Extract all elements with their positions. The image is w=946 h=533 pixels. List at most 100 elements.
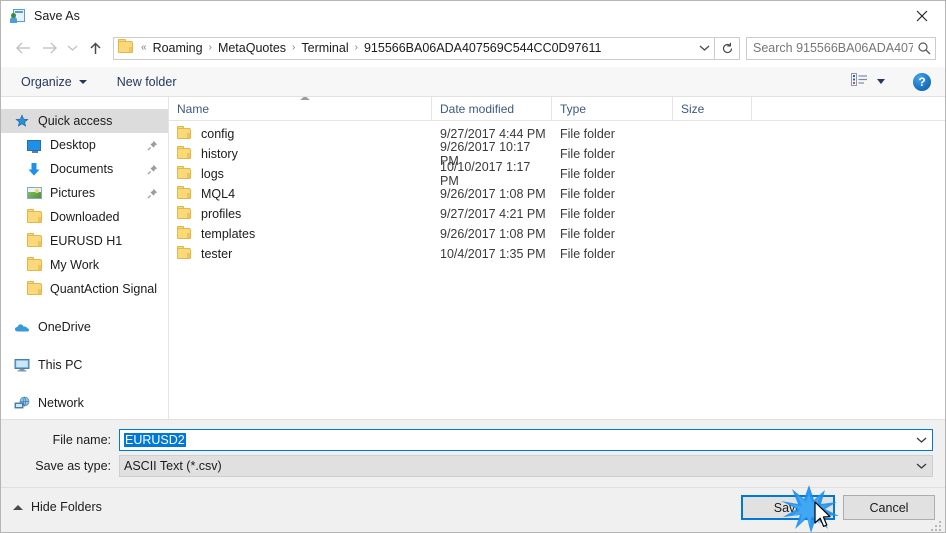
sidebar-item-documents[interactable]: Documents xyxy=(1,157,168,181)
pin-icon[interactable] xyxy=(147,188,162,199)
sidebar-label: This PC xyxy=(38,358,83,372)
save-as-type-label: Save as type: xyxy=(35,459,111,473)
address-bar-row: « Roaming › MetaQuotes › Terminal › 9155… xyxy=(1,31,945,65)
recent-locations-icon[interactable] xyxy=(62,35,82,61)
help-icon[interactable]: ? xyxy=(913,72,931,91)
breadcrumb-overflow[interactable]: « xyxy=(137,43,151,53)
sidebar-item-onedrive[interactable]: OneDrive xyxy=(1,315,168,339)
sidebar-label: Desktop xyxy=(50,138,96,152)
column-header-type[interactable]: Type xyxy=(552,97,673,120)
table-row[interactable]: tester 10/4/2017 1:35 PM File folder xyxy=(169,244,945,264)
sidebar-item-quick-access[interactable]: Quick access xyxy=(1,109,168,133)
sidebar-item-my-work[interactable]: My Work xyxy=(1,253,168,277)
sidebar-label: QuantAction Signal xyxy=(50,282,158,296)
cancel-label: Cancel xyxy=(869,500,909,515)
save-button[interactable]: Save xyxy=(741,495,835,520)
change-view-button[interactable] xyxy=(847,69,889,95)
chevron-down-icon[interactable] xyxy=(910,436,932,444)
search-input[interactable]: Search 915566BA06ADA40756... xyxy=(746,36,936,60)
save-label: Save xyxy=(773,500,803,515)
file-date: 9/26/2017 1:08 PM xyxy=(440,227,546,241)
pin-icon[interactable] xyxy=(147,140,162,151)
file-date: 10/4/2017 1:35 PM xyxy=(440,247,546,261)
column-header-name[interactable]: Name xyxy=(169,97,432,120)
save-as-icon xyxy=(10,8,26,24)
sidebar-item-this-pc[interactable]: This PC xyxy=(1,353,168,377)
file-date: 10/10/2017 1:17 PM xyxy=(440,160,531,188)
column-header-date-modified[interactable]: Date modified xyxy=(432,97,552,120)
file-name-cell: config xyxy=(169,125,432,141)
save-as-type-select[interactable]: ASCII Text (*.csv) xyxy=(119,455,933,477)
folder-icon xyxy=(177,145,193,161)
file-type: File folder xyxy=(560,247,615,261)
arrow-left-icon[interactable] xyxy=(10,35,36,61)
column-header-size[interactable]: Size xyxy=(673,97,752,120)
arrow-right-icon[interactable] xyxy=(36,35,62,61)
column-label: Name xyxy=(177,101,210,116)
organize-button[interactable]: Organize xyxy=(15,71,93,93)
table-row[interactable]: MQL4 9/26/2017 1:08 PM File folder xyxy=(169,184,945,204)
cancel-button[interactable]: Cancel xyxy=(843,495,935,520)
window-title: Save As xyxy=(34,9,80,23)
sidebar-label: Quick access xyxy=(38,114,113,128)
pin-icon[interactable] xyxy=(147,164,162,175)
file-name: history xyxy=(201,147,238,161)
resize-grip[interactable] xyxy=(929,519,941,531)
file-name-cell: MQL4 xyxy=(169,185,432,201)
network-icon xyxy=(13,396,31,410)
sort-ascending-icon xyxy=(300,97,310,100)
sidebar-item-downloaded[interactable]: Downloaded xyxy=(1,205,168,229)
sidebar-item-eurusd-h1[interactable]: EURUSD H1 xyxy=(1,229,168,253)
file-name: templates xyxy=(201,227,256,241)
hide-folders-button[interactable]: Hide Folders xyxy=(13,500,102,514)
dialog-footer: Hide Folders Save Cancel xyxy=(1,487,945,532)
file-name: profiles xyxy=(201,207,242,221)
file-name-cell: history xyxy=(169,145,432,161)
sidebar-label: Network xyxy=(38,396,84,410)
breadcrumb-item-1[interactable]: MetaQuotes xyxy=(216,41,288,55)
folder-icon xyxy=(25,209,43,223)
dialog-content: Quick access Desktop Documents Pictures … xyxy=(1,97,945,419)
organize-label: Organize xyxy=(21,74,72,89)
file-date: 9/27/2017 4:21 PM xyxy=(440,207,546,221)
sidebar-label: Pictures xyxy=(50,186,96,200)
table-row[interactable]: templates 9/26/2017 1:08 PM File folder xyxy=(169,224,945,244)
file-type: File folder xyxy=(560,227,615,241)
table-row[interactable]: profiles 9/27/2017 4:21 PM File folder xyxy=(169,204,945,224)
chevron-down-icon[interactable] xyxy=(694,44,714,52)
folder-icon xyxy=(25,257,43,271)
close-icon[interactable] xyxy=(899,1,945,31)
sidebar-label: Documents xyxy=(50,162,114,176)
save-as-type-row: Save as type: ASCII Text (*.csv) xyxy=(1,455,945,477)
sidebar-item-desktop[interactable]: Desktop xyxy=(1,133,168,157)
table-row[interactable]: logs 10/10/2017 1:17 PM File folder xyxy=(169,160,945,188)
address-bar[interactable]: « Roaming › MetaQuotes › Terminal › 9155… xyxy=(113,36,740,60)
breadcrumb-item-0[interactable]: Roaming xyxy=(151,41,205,55)
sidebar-item-pictures[interactable]: Pictures xyxy=(1,181,168,205)
cloud-icon xyxy=(13,322,31,333)
arrow-up-icon[interactable] xyxy=(82,35,108,61)
folder-icon xyxy=(177,125,193,141)
file-name: tester xyxy=(201,247,233,261)
table-row[interactable]: config 9/27/2017 4:44 PM File folder xyxy=(169,124,945,144)
new-folder-button[interactable]: New folder xyxy=(111,71,183,93)
file-date: 9/27/2017 4:44 PM xyxy=(440,127,546,141)
sidebar-label: Downloaded xyxy=(50,210,120,224)
save-as-type-value: ASCII Text (*.csv) xyxy=(124,459,222,473)
save-as-dialog: Save As « Roaming › MetaQuotes › Termina… xyxy=(0,0,946,533)
breadcrumb-item-2[interactable]: Terminal xyxy=(299,41,350,55)
refresh-icon[interactable] xyxy=(714,36,739,60)
file-rows: config 9/27/2017 4:44 PM File folder his… xyxy=(169,121,945,264)
file-name-input[interactable]: EURUSD2 xyxy=(119,429,933,451)
file-name: MQL4 xyxy=(201,187,236,201)
file-name-value-wrap: EURUSD2 xyxy=(120,433,910,447)
help-label: ? xyxy=(918,74,926,89)
pictures-icon xyxy=(25,187,43,199)
sidebar-item-quantaction-signal[interactable]: QuantAction Signal xyxy=(1,277,168,301)
table-row[interactable]: history 9/26/2017 10:17 PM File folder xyxy=(169,140,945,168)
sidebar-item-network[interactable]: Network xyxy=(1,391,168,415)
chevron-down-icon xyxy=(877,79,885,84)
breadcrumb-item-3[interactable]: 915566BA06ADA407569C544CC0D97611 xyxy=(362,41,603,55)
chevron-down-icon[interactable] xyxy=(910,462,932,470)
